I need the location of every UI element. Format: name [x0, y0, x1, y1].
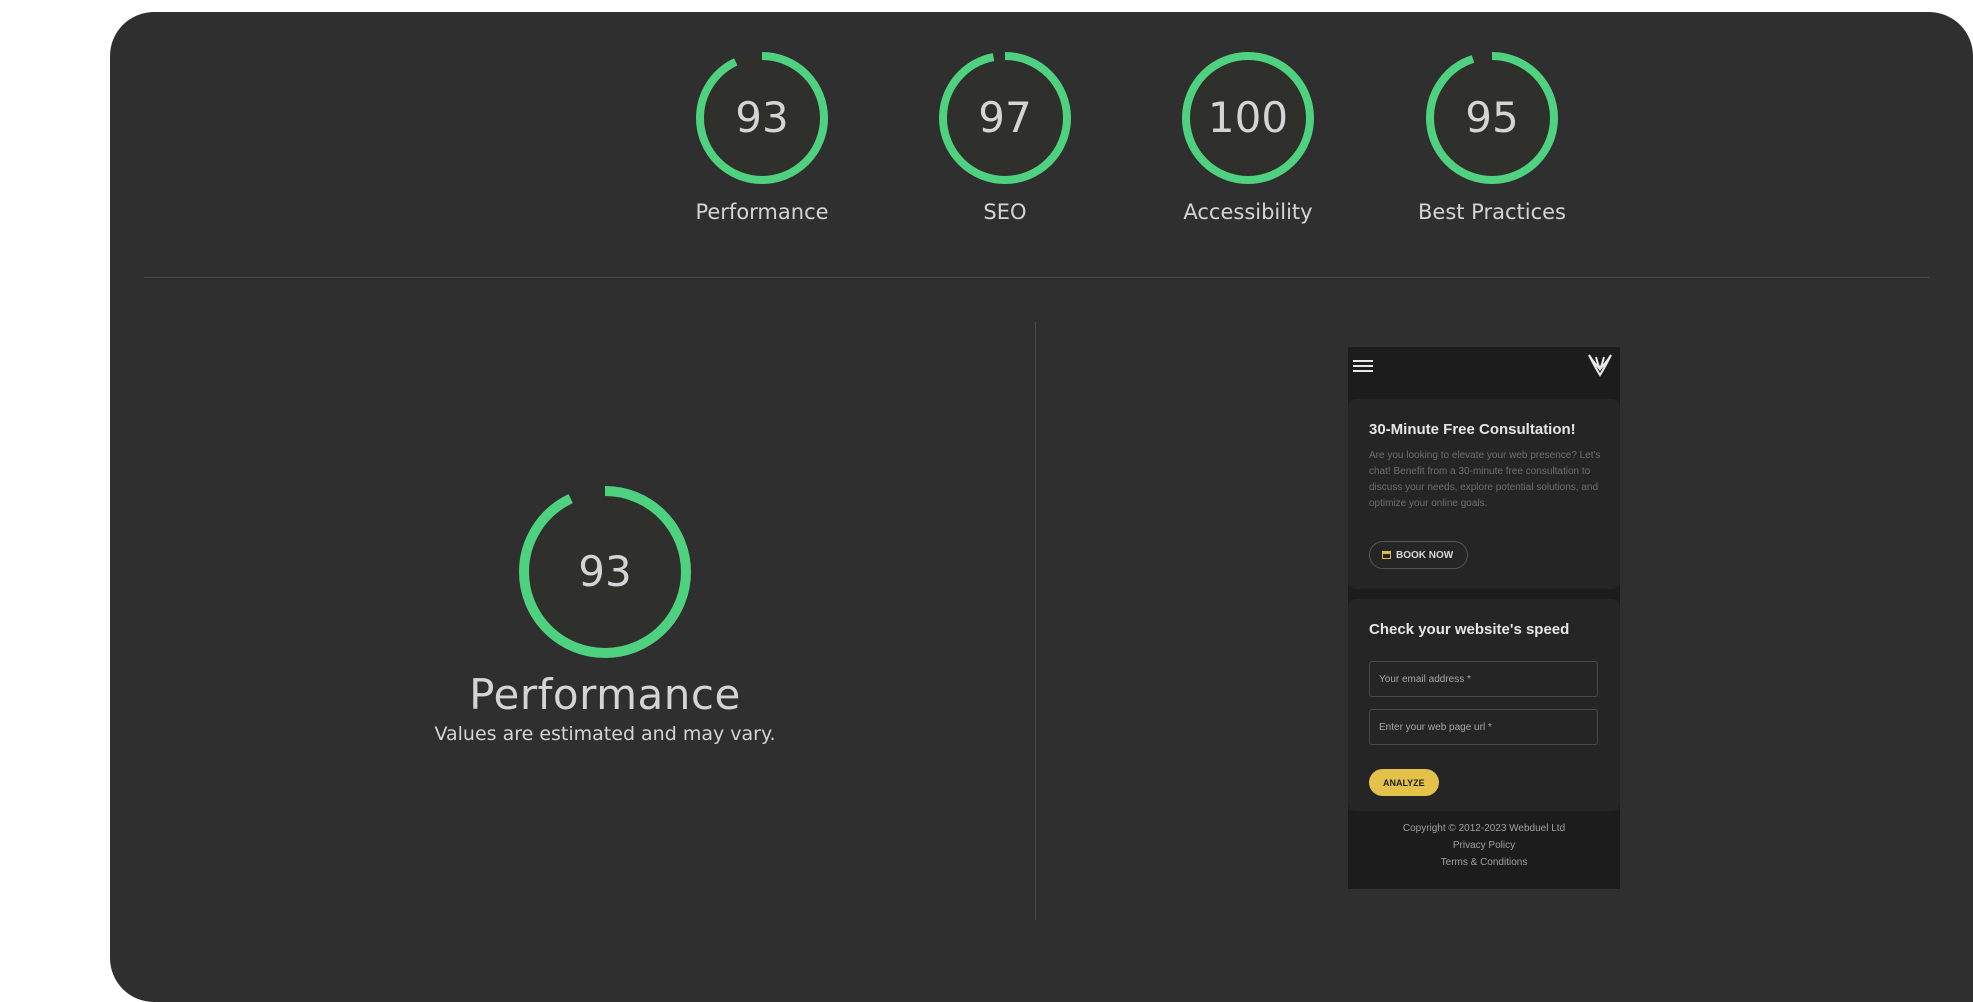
hamburger-icon [1353, 357, 1373, 375]
speed-check-card: Check your website's speed Your email ad… [1348, 599, 1620, 811]
performance-title: Performance [469, 670, 741, 719]
consultation-card: 30-Minute Free Consultation! Are you loo… [1348, 399, 1620, 589]
gauge-label: Best Practices [1418, 200, 1566, 224]
performance-subtitle: Values are estimated and may vary. [434, 723, 776, 745]
gauge-score: 100 [1208, 93, 1288, 142]
final-screenshot-thumbnail: 30-Minute Free Consultation! Are you loo… [1348, 347, 1620, 889]
consultation-title: 30-Minute Free Consultation! [1369, 421, 1576, 438]
lighthouse-report-panel: 93 Performance 97 SEO 100 Accessibility [110, 12, 1973, 1002]
gauge-label: Performance [695, 200, 829, 224]
gauge-ring: 95 [1426, 52, 1558, 184]
gauge-score: 97 [978, 93, 1031, 142]
phone-topbar [1348, 347, 1620, 397]
horizontal-divider [144, 277, 1929, 278]
speed-check-title: Check your website's speed [1369, 621, 1570, 638]
gauge-ring: 97 [939, 52, 1071, 184]
gauge-score: 93 [735, 93, 788, 142]
webduel-logo-icon [1588, 354, 1612, 377]
analyze-button[interactable]: ANALYZE [1369, 769, 1439, 796]
gauge-ring: 100 [1182, 52, 1314, 184]
gauge-label: SEO [983, 200, 1027, 224]
book-now-label: BOOK NOW [1396, 549, 1454, 561]
performance-score: 93 [578, 547, 631, 596]
copyright-text: Copyright © 2012-2023 Webduel Ltd [1402, 823, 1566, 834]
url-field[interactable]: Enter your web page url * [1369, 709, 1598, 745]
gauge-performance[interactable]: 93 Performance [672, 48, 852, 224]
gauge-accessibility[interactable]: 100 Accessibility [1158, 48, 1338, 224]
phone-footer: Copyright © 2012-2023 Webduel Ltd Privac… [1348, 817, 1620, 868]
book-now-button[interactable]: BOOK NOW [1369, 541, 1469, 569]
performance-summary: 93 Performance Values are estimated and … [380, 482, 830, 745]
score-gauges: 93 Performance 97 SEO 100 Accessibility [110, 48, 1973, 238]
performance-gauge: 93 [519, 486, 691, 658]
gauge-label: Accessibility [1183, 200, 1313, 224]
privacy-link[interactable]: Privacy Policy [1348, 840, 1620, 851]
vertical-divider [1035, 322, 1036, 920]
email-field[interactable]: Your email address * [1369, 661, 1598, 697]
terms-link[interactable]: Terms & Conditions [1348, 857, 1620, 868]
gauge-best-practices[interactable]: 95 Best Practices [1402, 48, 1582, 224]
gauge-seo[interactable]: 97 SEO [915, 48, 1095, 224]
gauge-ring: 93 [696, 52, 828, 184]
gauge-score: 95 [1465, 93, 1518, 142]
calendar-icon [1382, 551, 1391, 559]
consultation-body: Are you looking to elevate your web pres… [1369, 450, 1601, 509]
